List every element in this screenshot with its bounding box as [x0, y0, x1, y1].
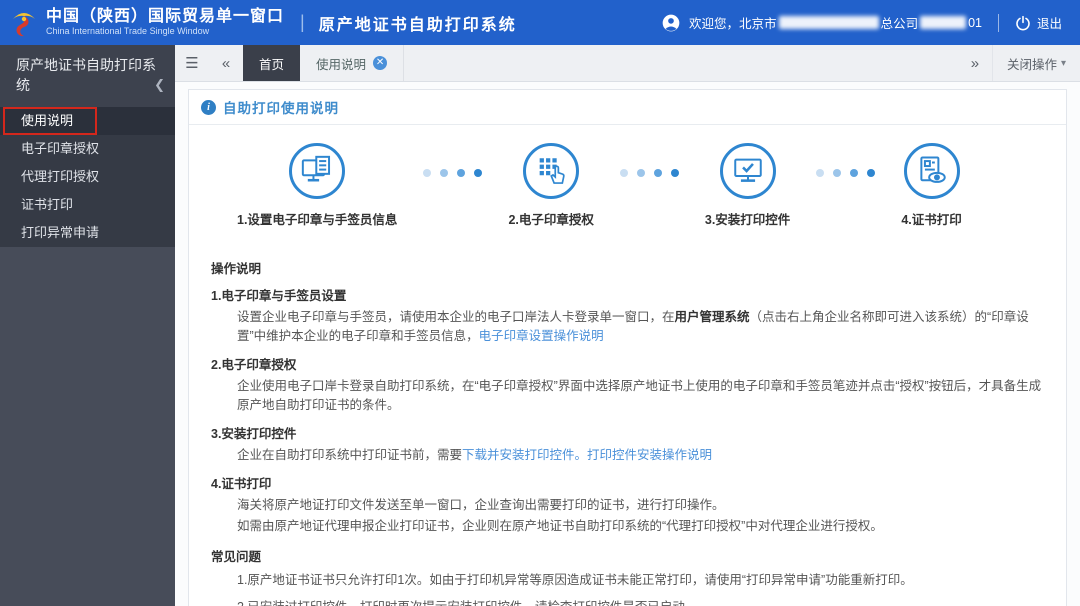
redacted-company-name — [778, 16, 879, 29]
step-setup-eseal: 1.设置电子印章与手签员信息 — [237, 143, 397, 228]
step-eseal-authorization: 2.电子印章授权 — [508, 143, 594, 228]
close-operations-dropdown[interactable]: 关闭操作 ▾ — [991, 45, 1080, 81]
sidebar-item-eseal-authorization[interactable]: 电子印章授权 — [0, 135, 175, 163]
panel-header: i 自助打印使用说明 — [189, 90, 1066, 125]
step-label: 2.电子印章授权 — [508, 213, 594, 227]
download-print-control-link[interactable]: 下载并安装打印控件。 — [462, 448, 587, 462]
eseal-setup-guide-link[interactable]: 电子印章设置操作说明 — [479, 329, 604, 343]
sidebar-item-print-exception-request[interactable]: 打印异常申请 — [0, 219, 175, 247]
section4-title: 4.证书打印 — [211, 477, 272, 491]
tab-bar: ☰ « 首页 使用说明 ✕ » 关闭操作 ▾ — [175, 45, 1080, 82]
brand-text: 中国（陕西）国际贸易单一窗口 China International Trade… — [46, 8, 284, 37]
section1-title: 1.电子印章与手签员设置 — [211, 289, 347, 303]
app-title: 原产地证书自助打印系统 — [318, 16, 517, 34]
user-avatar-icon — [662, 14, 680, 31]
welcome-text: 欢迎您，北京市 总公司 01 — [689, 15, 982, 32]
sidebar-item-agent-print-authorization[interactable]: 代理打印授权 — [0, 163, 175, 191]
section2-paragraph: 企业使用电子口岸卡登录自助打印系统，在“电子印章授权”界面中选择原产地证书上使用… — [237, 379, 1042, 412]
redacted-company-suffix — [920, 16, 967, 29]
step-install-print-control: 3.安装打印控件 — [705, 143, 790, 228]
step-label: 1.设置电子印章与手签员信息 — [237, 213, 398, 227]
faq-heading: 常见问题 — [211, 550, 262, 564]
top-header: 中国（陕西）国际贸易单一窗口 China International Trade… — [0, 0, 1080, 45]
faq-item-2: 2.已安装过打印控件，打印时再次提示安装打印控件，请检查打印控件是否已启动。 — [211, 598, 1042, 606]
usage-guide-panel: i 自助打印使用说明 1.设置电子印章与手签员信息 2.电子印章授权 3.安装打… — [188, 89, 1067, 606]
print-control-install-guide-link[interactable]: 打印控件安装操作说明 — [587, 448, 712, 462]
hand-keypad-icon — [523, 143, 580, 199]
tabs-scroll-left-icon[interactable]: « — [209, 45, 243, 81]
sidebar-title: 原产地证书自助打印系统 ❮ — [0, 45, 175, 107]
sidebar-menu: 使用说明 电子印章授权 代理打印授权 证书打印 打印异常申请 — [0, 107, 175, 247]
info-icon: i — [201, 99, 216, 115]
sidebar-item-certificate-print[interactable]: 证书打印 — [0, 191, 175, 219]
panel-title: 自助打印使用说明 — [223, 101, 339, 116]
header-right: 欢迎您，北京市 总公司 01 退出 — [661, 13, 1080, 33]
monitor-document-icon — [289, 143, 346, 199]
step-certificate-print: 4.证书打印 — [901, 143, 962, 228]
logout-button[interactable]: 退出 — [1015, 13, 1062, 32]
section2-title: 2.电子印章授权 — [211, 358, 297, 372]
workflow-steps: 1.设置电子印章与手签员信息 2.电子印章授权 3.安装打印控件 4.证书打印 — [189, 125, 1066, 234]
monitor-check-icon — [719, 143, 776, 199]
tab-close-icon[interactable]: ✕ — [373, 56, 388, 70]
sidebar-collapse-icon[interactable]: ❮ — [154, 75, 165, 95]
step-connector-dots — [423, 169, 483, 177]
chevron-down-icon: ▾ — [1060, 57, 1066, 69]
section3-title: 3.安装打印控件 — [211, 427, 297, 441]
tab-usage-guide[interactable]: 使用说明 ✕ — [300, 45, 405, 81]
section4-line1: 海关将原产地证打印文件发送至单一窗口，企业查询出需要打印的证书，进行打印操作。 — [237, 498, 725, 512]
menu-toggle-icon[interactable]: ☰ — [175, 45, 209, 81]
header-divider: | — [300, 12, 305, 32]
logout-label: 退出 — [1036, 17, 1062, 31]
step-connector-dots — [816, 169, 876, 177]
instructions-body: 操作说明 1.电子印章与手签员设置 设置企业电子印章与手签员，请使用本企业的电子… — [189, 234, 1066, 606]
brand-title: 中国（陕西）国际贸易单一窗口 — [46, 8, 285, 25]
tab-home[interactable]: 首页 — [243, 45, 301, 81]
bold-user-mgmt-system: 用户管理系统 — [674, 310, 750, 324]
section1-paragraph: 设置企业电子印章与手签员，请使用本企业的电子口岸法人卡登录单一窗口，在用户管理系… — [237, 310, 1029, 343]
faq-item-1: 1.原产地证书证书只允许打印1次。如由于打印机异常等原因造成证书未能正常打印，请… — [237, 573, 913, 587]
content-area: i 自助打印使用说明 1.设置电子印章与手签员信息 2.电子印章授权 3.安装打… — [175, 82, 1080, 606]
instructions-heading: 操作说明 — [211, 262, 262, 276]
power-icon — [1016, 15, 1030, 30]
sidebar-item-usage-guide[interactable]: 使用说明 — [0, 107, 175, 135]
brand-logo-icon — [13, 12, 35, 36]
step-label: 3.安装打印控件 — [704, 213, 791, 227]
section3-paragraph: 企业在自助打印系统中打印证书前，需要下载并安装打印控件。打印控件安装操作说明 — [237, 448, 713, 462]
app-window: 中国（陕西）国际贸易单一窗口 China International Trade… — [0, 0, 1080, 606]
brand-subtitle: China International Trade Single Window — [46, 26, 210, 36]
brand: 中国（陕西）国际贸易单一窗口 China International Trade… — [0, 7, 284, 39]
step-label: 4.证书打印 — [901, 213, 962, 227]
header-separator — [997, 13, 999, 32]
step-connector-dots — [619, 169, 679, 177]
section4-line2: 如需由原产地证代理申报企业打印证书，企业则在原产地证书自助打印系统的“代理打印授… — [237, 519, 883, 533]
tabs-scroll-right-icon[interactable]: » — [958, 45, 992, 81]
document-eye-icon — [903, 143, 960, 199]
sidebar: 原产地证书自助打印系统 ❮ 使用说明 电子印章授权 代理打印授权 证书打印 打印… — [0, 45, 175, 606]
